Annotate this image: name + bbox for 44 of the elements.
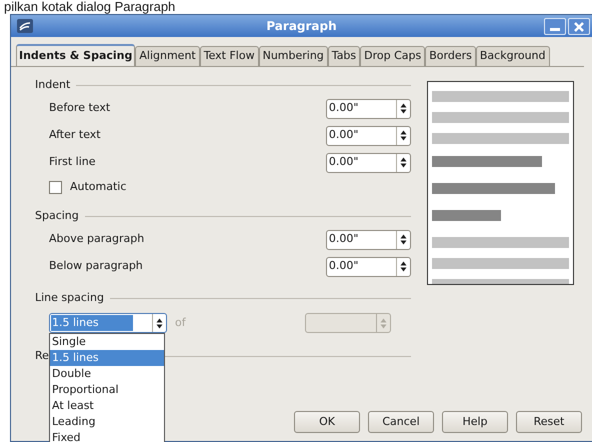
minimize-icon [550,28,560,31]
checkbox-label: Automatic [70,178,126,195]
field-label: After text [49,127,102,144]
spin-field[interactable]: 0.00" [326,152,411,172]
section-heading: Line spacing [35,290,104,306]
dialog-button[interactable]: Help [442,411,508,433]
of-label: of [175,314,187,331]
spin-field[interactable]: 0.00" [326,230,411,250]
close-icon [574,22,584,32]
field-label: Above paragraph [49,231,146,248]
tab[interactable]: Background [476,46,550,66]
tab[interactable]: Indents & Spacing [16,44,136,67]
spin-field[interactable]: 0.00" [326,98,411,118]
tab[interactable]: Tabs [328,46,360,66]
dropdown-option[interactable]: Leading [50,414,164,430]
tab[interactable]: Borders [425,46,476,66]
dialog-button[interactable]: Cancel [368,411,434,433]
spin-field[interactable]: 0.00" [326,256,411,276]
dialog-button[interactable]: OK [294,411,360,433]
window-title: Paragraph [266,18,337,35]
section-heading: Spacing [35,208,79,224]
dialog-button[interactable]: Reset [516,411,582,433]
close-button[interactable] [568,18,590,35]
field-label: First line [49,154,96,170]
line-spacing-dropdown[interactable]: 1.5 lines [49,313,167,333]
field-label: Before text [49,100,112,116]
dropdown-option[interactable]: Fixed [50,430,164,442]
dropdown-option[interactable]: At least [50,398,164,414]
tab[interactable]: Text Flow [200,46,259,66]
app-icon [17,19,33,33]
caption: pilkan kotak dialog Paragraph [4,0,176,14]
dropdown-option[interactable]: Single [50,334,164,350]
checkbox[interactable] [49,180,62,194]
section-heading: Indent [35,76,70,93]
tab[interactable]: Alignment [135,46,200,66]
dropdown-option[interactable]: Double [50,366,164,382]
section-heading: Re [35,348,49,364]
dropdown-option[interactable]: Proportional [50,382,164,398]
dropdown-option[interactable]: 1.5 lines [50,350,164,366]
spin-field[interactable]: 0.00" [326,126,411,146]
tab[interactable]: Drop Caps [360,46,426,66]
tab[interactable]: Numbering [258,46,328,66]
field-label: Below paragraph [49,258,144,274]
minimize-button[interactable] [544,18,566,35]
